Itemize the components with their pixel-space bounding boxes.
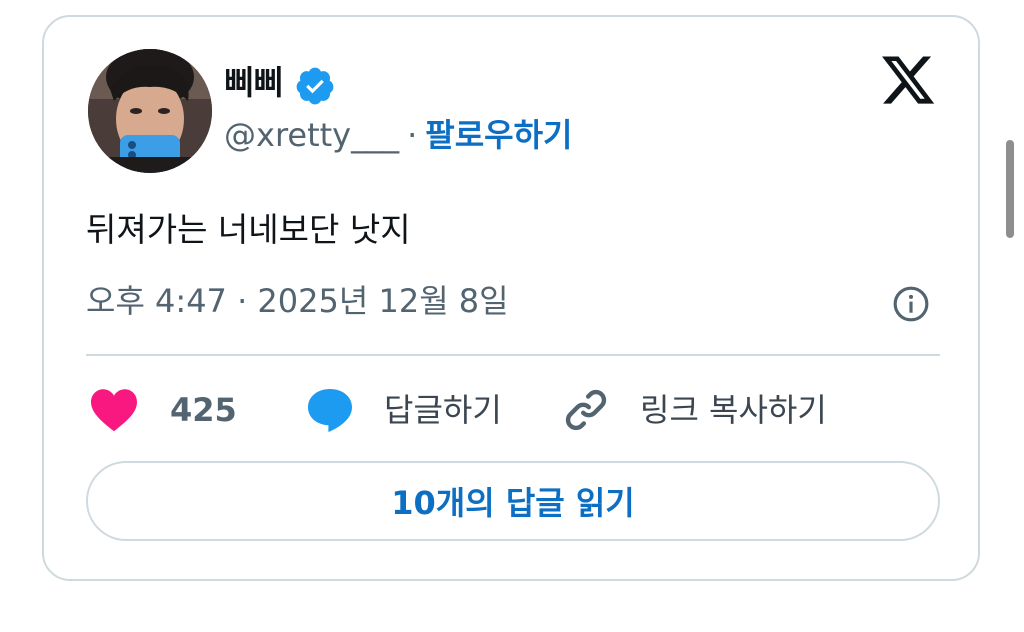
speech-bubble-icon: [308, 389, 352, 432]
heart-icon: [91, 389, 137, 432]
separator-dot: ·: [407, 116, 418, 154]
copy-link-label: 링크 복사하기: [640, 391, 827, 429]
like-button[interactable]: 425: [90, 385, 237, 435]
copy-link-button[interactable]: 링크 복사하기: [562, 385, 827, 435]
timestamp[interactable]: 오후 4:47 · 2025년 12월 8일: [86, 281, 509, 321]
info-icon[interactable]: [892, 285, 930, 323]
read-replies-button[interactable]: 10개의 답글 읽기: [86, 461, 940, 541]
x-logo-icon[interactable]: [878, 51, 938, 109]
tweet-text: 뒤져가는 너네보단 낫지: [86, 210, 411, 249]
like-count: 425: [170, 391, 237, 429]
link-icon: [565, 389, 607, 431]
handle-row: @xretty___ · 팔로우하기: [224, 115, 572, 155]
divider: [86, 354, 940, 356]
tweet-card: 삐삐 @xretty___ · 팔로우하기 뒤져가는 너네보단 낫지 오후 4:47…: [42, 15, 980, 581]
follow-button[interactable]: 팔로우하기: [425, 116, 572, 154]
scrollbar-thumb[interactable]: [1006, 140, 1014, 238]
verified-badge-icon: [296, 67, 334, 105]
reply-button[interactable]: 답글하기: [306, 385, 502, 435]
avatar-image: [88, 49, 212, 173]
display-name[interactable]: 삐삐: [224, 63, 284, 103]
reply-label: 답글하기: [384, 391, 502, 429]
avatar[interactable]: [88, 49, 212, 173]
handle[interactable]: @xretty___: [224, 116, 399, 154]
